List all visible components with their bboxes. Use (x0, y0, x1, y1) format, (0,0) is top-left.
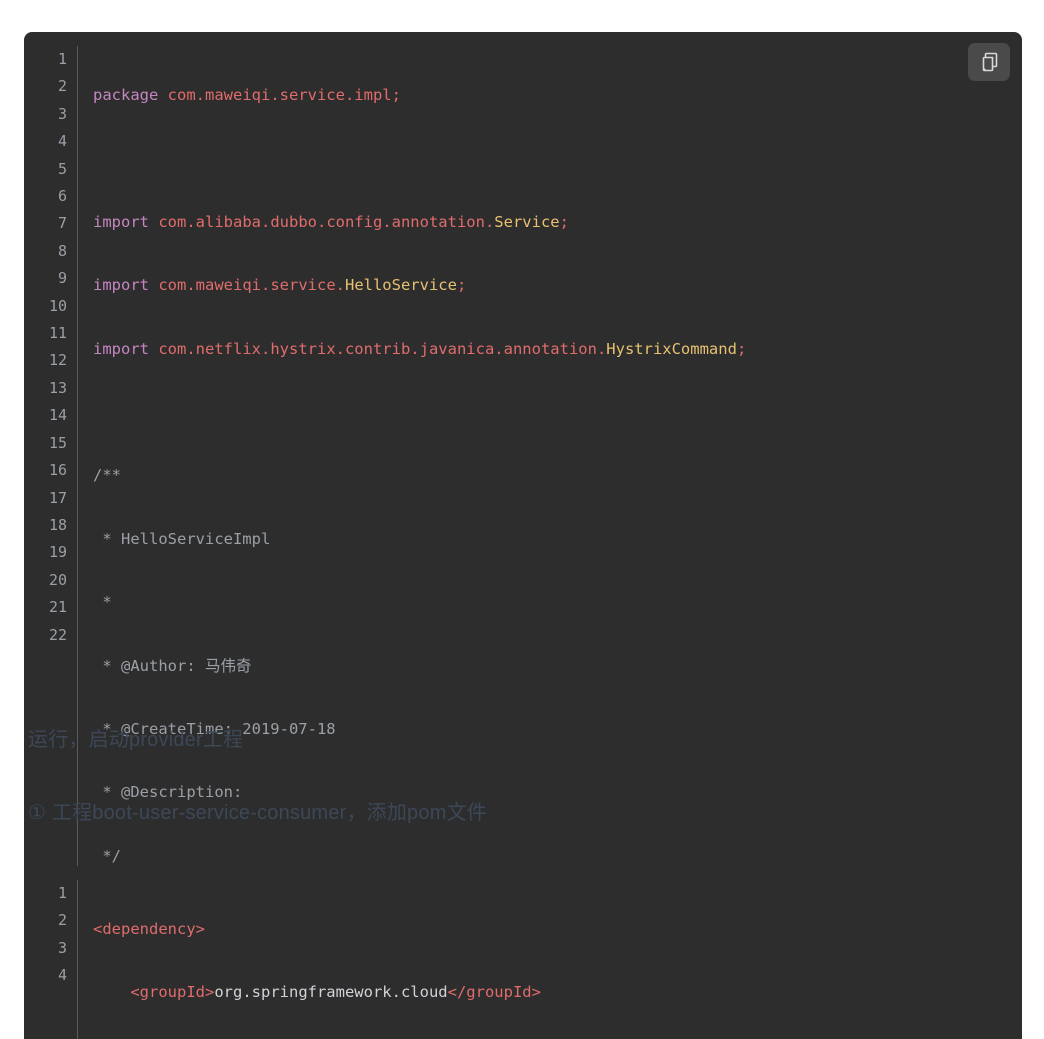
line-number: 3 (57, 938, 67, 957)
line-number: 1 (57, 884, 67, 902)
line-number: 10 (48, 296, 67, 315)
code-line: * @Author: 马伟奇 (93, 656, 252, 675)
code-line: * HelloServiceImpl (93, 529, 271, 548)
line-number: 2 (57, 911, 67, 930)
paragraph-consumer-pom: ① 工程boot-user-service-consumer，添加pom文件 (28, 802, 487, 824)
line-number: 20 (48, 570, 67, 589)
line-number: 14 (48, 406, 67, 425)
code-line: <dependency> (93, 920, 205, 938)
line-number: 11 (48, 324, 67, 343)
code-block-xml: 1 2 3 4 <dependency> <groupId>org.springfra… (24, 866, 1022, 1039)
line-number: 22 (48, 625, 67, 644)
line-number: 5 (57, 159, 67, 178)
code-line: import com.netflix.hystrix.contrib.javan… (93, 339, 747, 358)
line-number: 13 (48, 378, 67, 397)
line-number: 4 (57, 132, 67, 151)
code-line: * (93, 593, 112, 612)
line-number: 21 (48, 598, 67, 617)
line-number: 18 (48, 515, 67, 534)
line-number: 19 (48, 543, 67, 562)
copy-code-button[interactable] (968, 43, 1010, 81)
page-root: 1 2 3 4 5 6 7 8 9 10 11 12 13 14 15 16 17 18 19 20 21 22 pack… (0, 0, 1044, 1039)
line-number: 9 (57, 269, 67, 288)
code-line: import com.maweiqi.service.HelloService; (93, 276, 467, 295)
line-number: 4 (57, 966, 67, 985)
line-number-gutter-xml: 1 2 3 4 (24, 880, 78, 1039)
line-number: 7 (57, 214, 67, 233)
code-content-xml: 1 2 3 4 <dependency> <groupId>org.springfra… (24, 866, 1022, 1039)
copy-icon (980, 52, 998, 72)
line-number: 6 (57, 187, 67, 206)
line-number: 17 (48, 488, 67, 507)
code-line: package com.maweiqi.service.impl; (93, 86, 401, 104)
code-lines-xml[interactable]: <dependency> <groupId>org.springframewor… (78, 880, 1022, 1039)
paragraph-run-provider: 运行，启动provider工程 (28, 729, 244, 751)
line-number: 12 (48, 351, 67, 370)
code-line: <groupId>org.springframework.cloud</grou… (130, 983, 541, 1002)
line-number: 1 (57, 50, 67, 68)
code-line: /** (93, 466, 121, 485)
code-line: import com.alibaba.dubbo.config.annotati… (93, 212, 569, 231)
line-number: 3 (57, 104, 67, 123)
line-number: 16 (48, 461, 67, 480)
line-number: 8 (57, 241, 67, 260)
line-number: 15 (48, 433, 67, 452)
line-number: 2 (57, 77, 67, 96)
